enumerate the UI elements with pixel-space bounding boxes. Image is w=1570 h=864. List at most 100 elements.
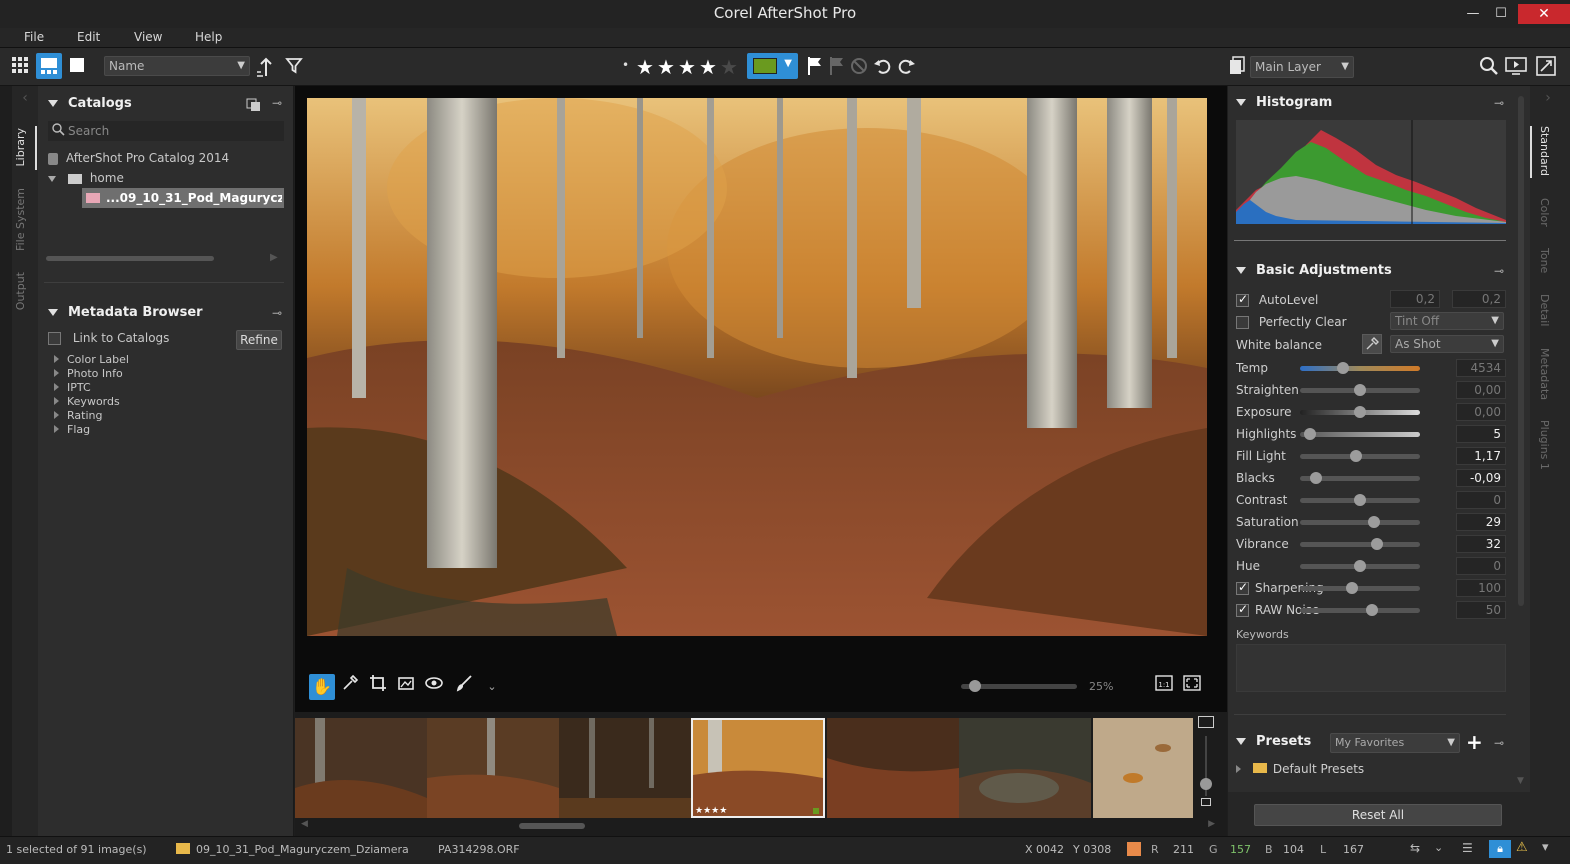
slider-value-input[interactable]: 29 (1456, 513, 1506, 531)
perfectly-clear-checkbox[interactable] (1236, 316, 1249, 329)
zoom-1to1-icon[interactable]: 1:1 (1151, 674, 1177, 700)
slider-knob[interactable] (1368, 516, 1381, 528)
slider-track[interactable] (1300, 450, 1420, 462)
thumbnail[interactable] (959, 718, 1091, 818)
fullscreen-icon[interactable] (1535, 56, 1557, 78)
metadata-item[interactable]: Keywords (54, 395, 120, 408)
rotate-left-icon[interactable] (872, 56, 894, 78)
slider-track[interactable] (1300, 582, 1420, 594)
slider-value-input[interactable]: -0,09 (1456, 469, 1506, 487)
filmstrip-view-icon[interactable] (36, 53, 62, 79)
slider-knob[interactable] (1337, 362, 1350, 374)
straighten-icon[interactable] (393, 674, 419, 700)
rating-star-3-icon[interactable]: ★ (678, 55, 696, 79)
tint-combo[interactable]: Tint Off ▼ (1390, 312, 1504, 330)
scrollbar-thumb[interactable] (519, 823, 585, 829)
tab-standard[interactable]: Standard (1538, 126, 1551, 176)
fit-screen-icon[interactable] (1179, 674, 1205, 700)
sort-combo[interactable]: Name ▼ (104, 56, 250, 76)
autolevel-checkbox[interactable] (1236, 292, 1249, 307)
batch-icon[interactable]: ☰ (1462, 841, 1473, 855)
scroll-right-icon[interactable]: ▶ (1208, 819, 1215, 829)
slider-track[interactable] (1300, 406, 1420, 418)
slider-knob[interactable] (1354, 560, 1366, 572)
tab-tone[interactable]: Tone (1538, 248, 1551, 273)
thumbnail-selected[interactable]: ★★★★ (691, 718, 825, 818)
basic-adjustments-header[interactable]: Basic Adjustments (1236, 263, 1392, 278)
slider-track[interactable] (1300, 472, 1420, 484)
reset-all-button[interactable]: Reset All (1254, 804, 1502, 826)
single-view-icon[interactable] (66, 56, 88, 78)
default-presets-item[interactable]: Default Presets (1236, 762, 1364, 776)
slider-track[interactable] (1300, 494, 1420, 506)
slider-track[interactable] (1300, 538, 1420, 550)
eyedropper-icon[interactable] (337, 674, 363, 700)
pin-icon[interactable]: ⊸ (272, 96, 282, 110)
search-icon[interactable] (1478, 56, 1500, 78)
slider-value-input[interactable]: 32 (1456, 535, 1506, 553)
scroll-right-icon[interactable]: ▶ (270, 252, 278, 263)
menu-help[interactable]: Help (195, 30, 222, 44)
pin-icon[interactable]: ⊸ (1494, 736, 1504, 750)
tab-file-system[interactable]: File System (14, 188, 27, 251)
keywords-field[interactable] (1236, 644, 1506, 692)
tab-library[interactable]: Library (14, 128, 27, 166)
catalog-manage-icon[interactable] (246, 96, 262, 115)
autolevel-low-input[interactable]: 0,2 (1390, 290, 1440, 308)
slider-enable-checkbox[interactable] (1236, 580, 1249, 595)
slider-value-input[interactable]: 1,17 (1456, 447, 1506, 465)
slider-value-input[interactable]: 0,00 (1456, 381, 1506, 399)
flag-pick-icon[interactable] (804, 56, 826, 78)
tab-plugins-1[interactable]: Plugins 1 (1538, 420, 1551, 470)
metadata-item[interactable]: IPTC (54, 381, 91, 394)
slider-track[interactable] (1300, 560, 1420, 572)
pin-icon[interactable]: ⊸ (272, 306, 282, 320)
pin-icon[interactable]: ⊸ (1494, 264, 1504, 278)
slider-enable-checkbox[interactable] (1236, 602, 1249, 617)
metadata-item[interactable]: Photo Info (54, 367, 123, 380)
thumbnail[interactable] (427, 718, 559, 818)
filter-icon[interactable] (283, 56, 305, 78)
slider-knob[interactable] (1350, 450, 1363, 462)
slider-knob[interactable] (1370, 538, 1383, 550)
thumbnail[interactable] (1093, 718, 1193, 818)
rating-star-2-icon[interactable]: ★ (657, 55, 675, 79)
histogram-header[interactable]: Histogram (1236, 95, 1332, 110)
slider-track[interactable] (1300, 604, 1420, 616)
pin-icon[interactable]: ⊸ (1494, 96, 1504, 110)
scroll-left-icon[interactable]: ◀ (301, 819, 308, 829)
perfectly-clear-row[interactable]: Perfectly Clear (1236, 315, 1347, 329)
status-menu-icon[interactable]: ▾ (1542, 840, 1549, 855)
filmstrip-scrollbar[interactable]: ◀ ▶ (301, 819, 1215, 830)
slider-value-input[interactable]: 0 (1456, 557, 1506, 575)
grid-view-icon[interactable] (9, 56, 31, 78)
catalog-search[interactable]: Search (48, 121, 284, 141)
metadata-header[interactable]: Metadata Browser (48, 305, 203, 320)
crop-icon[interactable] (365, 674, 391, 700)
sort-order-icon[interactable] (255, 56, 277, 78)
thumbnail-size-knob[interactable] (1200, 778, 1212, 790)
autolevel-high-input[interactable]: 0,2 (1452, 290, 1506, 308)
presets-combo[interactable]: My Favorites ▼ (1330, 733, 1460, 753)
flag-reject-icon[interactable] (848, 56, 870, 78)
menu-view[interactable]: View (134, 30, 162, 44)
presets-header[interactable]: Presets (1236, 734, 1311, 749)
warning-icon[interactable]: ⚠ (1516, 840, 1528, 855)
metadata-item[interactable]: Rating (54, 409, 102, 422)
metadata-item[interactable]: Flag (54, 423, 90, 436)
tab-output[interactable]: Output (14, 272, 27, 310)
layer-combo[interactable]: Main Layer ▼ (1250, 56, 1354, 78)
zoom-slider[interactable] (961, 680, 1077, 692)
flag-unflag-icon[interactable] (826, 56, 848, 78)
rating-star-1-icon[interactable]: ★ (636, 55, 654, 79)
horizontal-scrollbar[interactable] (46, 256, 214, 261)
autolevel-row[interactable]: AutoLevel (1236, 292, 1318, 307)
add-preset-icon[interactable]: + (1466, 730, 1483, 754)
rating-star-4-icon[interactable]: ★ (699, 55, 717, 79)
slider-value-input[interactable]: 0 (1456, 491, 1506, 509)
folder-home[interactable]: home (48, 171, 124, 185)
slider-knob[interactable] (1354, 494, 1366, 506)
tab-detail[interactable]: Detail (1538, 294, 1551, 326)
slider-track[interactable] (1300, 384, 1420, 396)
thumbnail[interactable] (827, 718, 959, 818)
